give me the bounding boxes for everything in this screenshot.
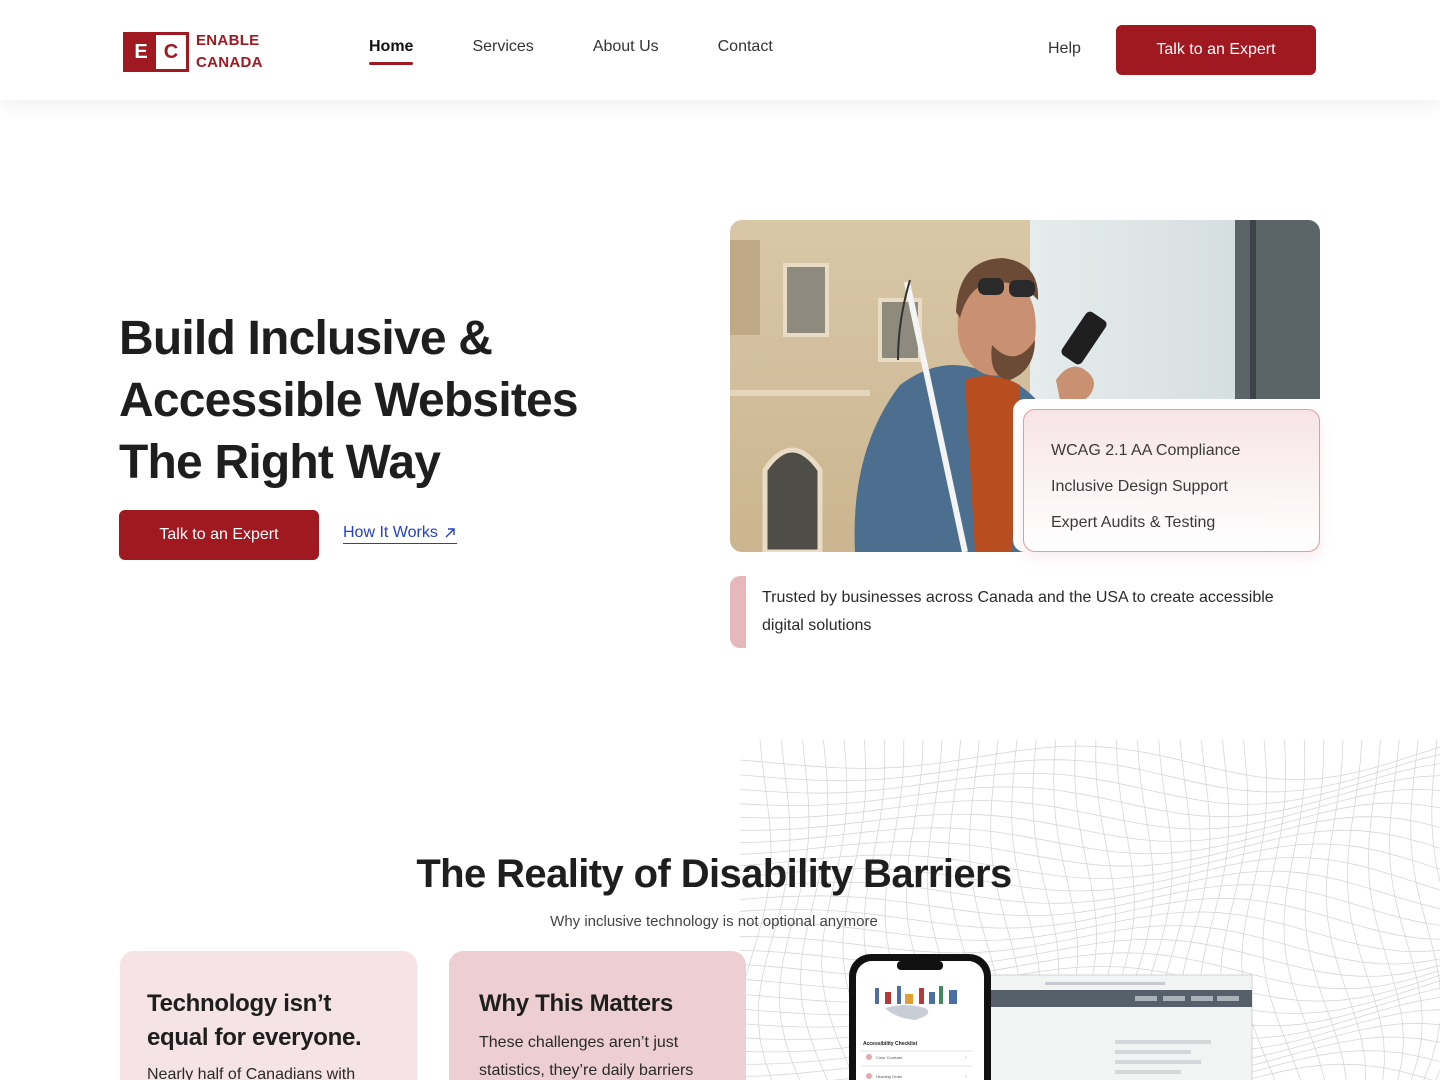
main-nav: Home Services About Us Contact	[369, 38, 832, 66]
nav-item-contact[interactable]: Contact	[718, 38, 773, 66]
logo-name-line1: ENABLE	[196, 32, 260, 49]
info-card-body: Nearly half of Canadians with	[147, 1066, 356, 1080]
site-header: E C ENABLE CANADA Home Services About Us…	[0, 0, 1440, 100]
info-card-why-matters: Why This Matters These challenges aren’t…	[449, 951, 746, 1080]
logo-letter-c: C	[163, 40, 179, 63]
hero-title: Build Inclusive & Accessible Websites Th…	[119, 308, 639, 494]
logo-wordmark: ENABLE CANADA	[196, 30, 263, 74]
feature-item-expert-audits: Expert Audits & Testing	[1051, 514, 1216, 531]
nav-item-home[interactable]: Home	[369, 38, 414, 66]
feature-item-wcag: WCAG 2.1 AA Compliance	[1051, 442, 1241, 459]
hero-title-line3: The Right Way	[119, 436, 441, 489]
mockup-row-color-contrast: Color Contrast	[876, 1055, 903, 1060]
how-it-works-link[interactable]: How It Works	[343, 524, 457, 544]
trusted-statement: Trusted by businesses across Canada and …	[762, 589, 1274, 634]
logo[interactable]: E C ENABLE CANADA	[123, 30, 263, 74]
section-subtitle: Why inclusive technology is not optional…	[550, 913, 878, 930]
feature-list-card: WCAG 2.1 AA Compliance Inclusive Design …	[1013, 399, 1320, 552]
logo-mark: E C	[123, 32, 189, 72]
logo-name-line2: CANADA	[196, 54, 263, 71]
hero-talk-to-expert-button[interactable]: Talk to an Expert	[119, 510, 319, 560]
nav-item-about-us[interactable]: About Us	[593, 38, 659, 66]
info-card-body: These challenges aren’t just statistics,…	[479, 1034, 694, 1079]
how-it-works-label: How It Works	[343, 524, 438, 541]
feature-list: WCAG 2.1 AA Compliance Inclusive Design …	[1023, 409, 1320, 552]
device-mockup-graphic: Accessibility Checklist Color Contrast ›…	[849, 954, 1253, 1080]
hero-title-line1: Build Inclusive &	[119, 312, 493, 365]
header-talk-to-expert-button[interactable]: Talk to an Expert	[1116, 25, 1316, 75]
arrow-up-right-icon	[445, 528, 455, 538]
device-mockup-illustration: Accessibility Checklist Color Contrast ›…	[845, 952, 1255, 1080]
section-title: The Reality of Disability Barriers	[416, 852, 1012, 896]
info-card-title: Technology isn’t equal for everyone.	[147, 990, 362, 1051]
mockup-checklist-title: Accessibility Checklist	[863, 1041, 918, 1047]
info-card-title: Why This Matters	[479, 990, 673, 1017]
info-card-technology: Technology isn’t equal for everyone. Nea…	[120, 951, 417, 1080]
feature-item-inclusive-design: Inclusive Design Support	[1051, 478, 1228, 495]
help-link[interactable]: Help	[1048, 40, 1081, 58]
logo-letter-e: E	[126, 35, 156, 69]
nav-item-services[interactable]: Services	[472, 38, 533, 66]
mockup-row-heading-order: Heading Order	[876, 1074, 903, 1079]
trusted-accent-bar	[730, 576, 746, 648]
hero-title-line2: Accessible Websites	[119, 374, 579, 427]
